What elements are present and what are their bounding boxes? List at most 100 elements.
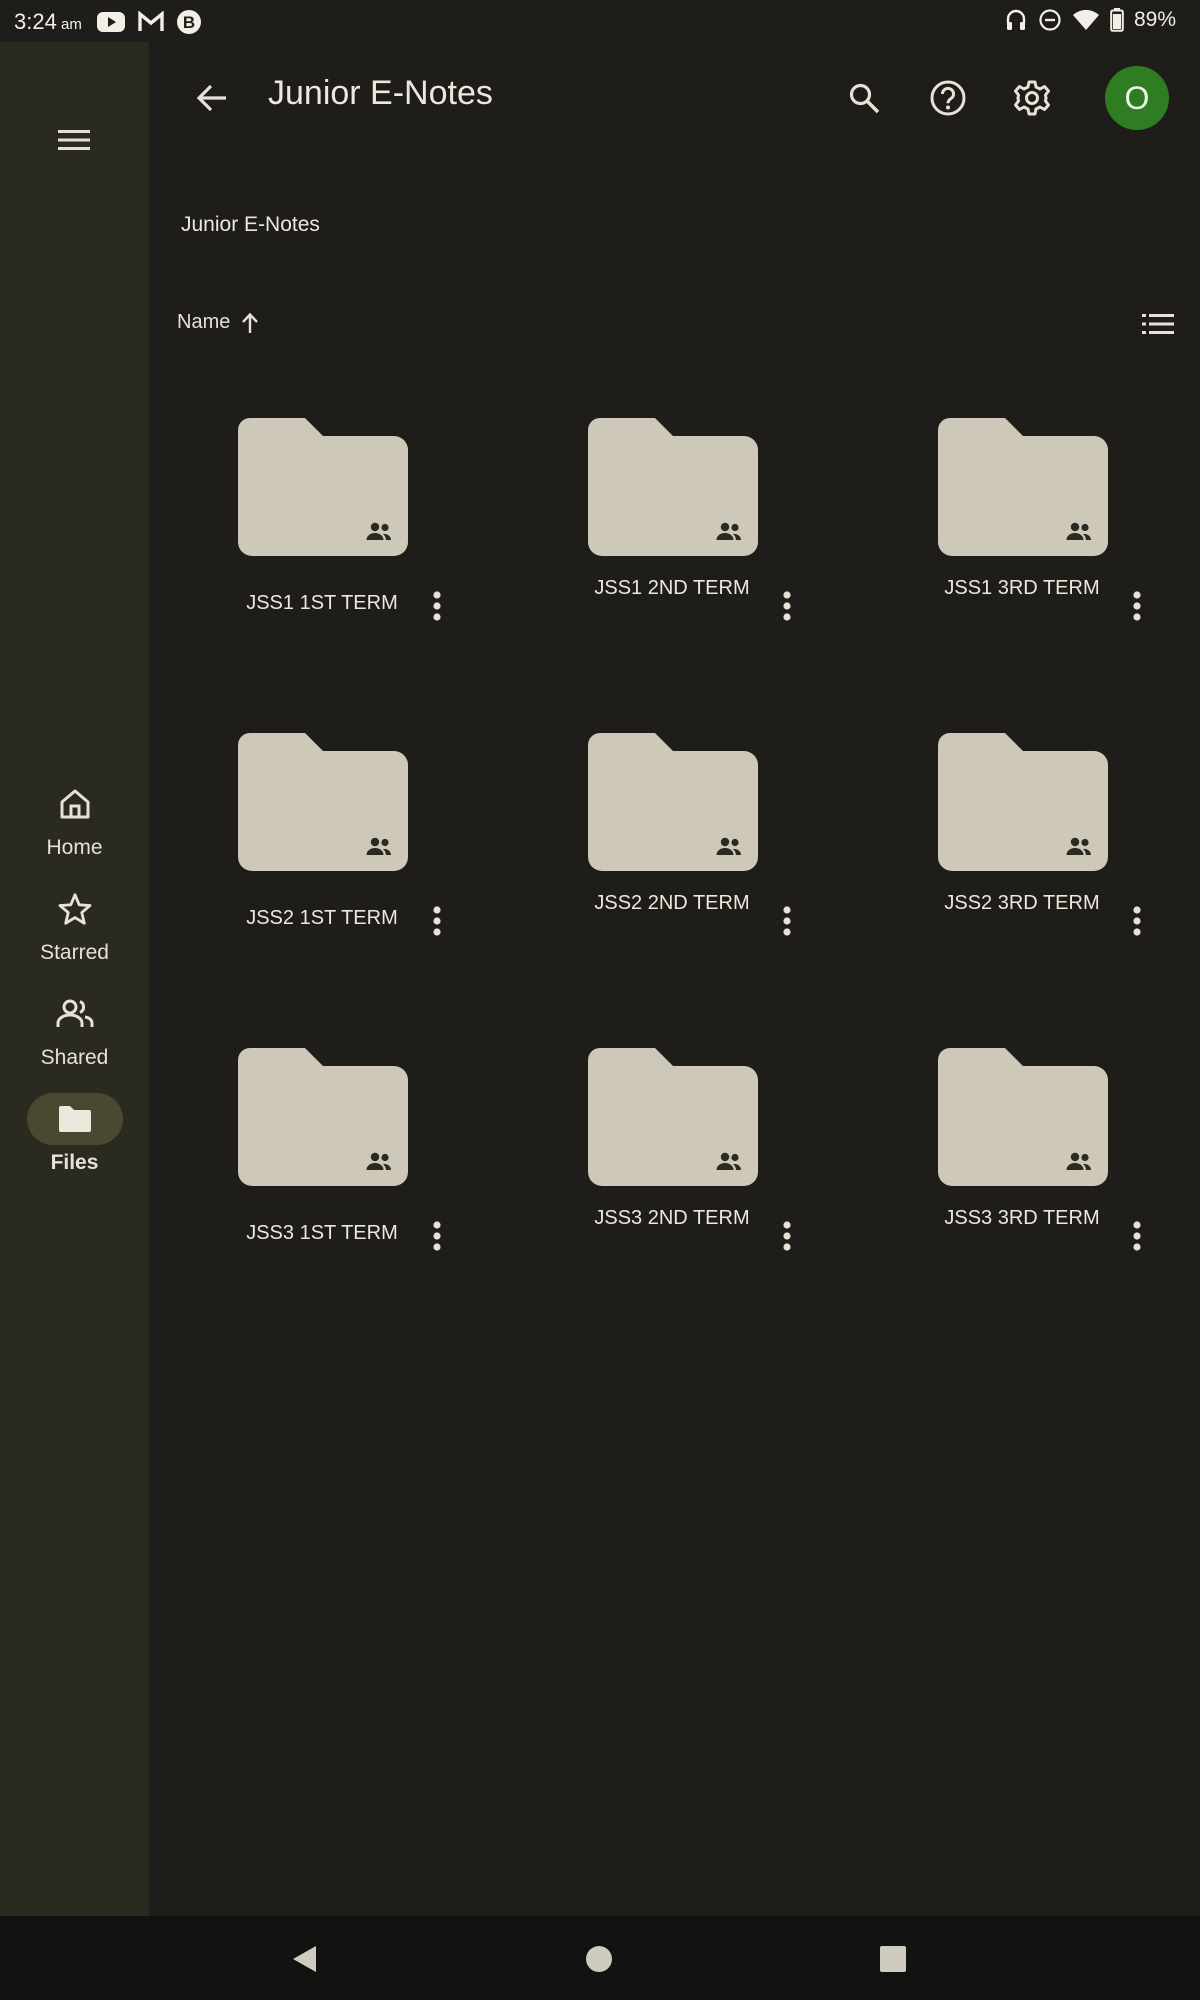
more-vert-icon (433, 906, 441, 936)
system-recents-button[interactable] (868, 1934, 918, 1984)
more-options-button[interactable] (769, 903, 805, 939)
folder-icon (58, 1106, 91, 1132)
system-back-button[interactable] (280, 1934, 330, 1984)
nav-item-shared[interactable]: Shared (0, 988, 149, 1070)
folder-card[interactable]: JSS1 2ND TERM (499, 400, 849, 700)
more-vert-icon (783, 906, 791, 936)
more-vert-icon (1133, 591, 1141, 621)
system-navigation-bar (0, 1916, 1200, 2000)
more-options-button[interactable] (769, 588, 805, 624)
nav-files-icon-container (26, 1093, 123, 1145)
nav-starred-icon-container (27, 883, 123, 935)
more-options-button[interactable] (769, 1218, 805, 1254)
svg-text:B: B (183, 13, 195, 32)
shared-folder-icon (938, 418, 1108, 556)
help-icon (930, 80, 966, 116)
nav-label-shared: Shared (40, 1046, 109, 1069)
nav-label-starred: Starred (40, 941, 109, 964)
more-options-button[interactable] (1119, 903, 1155, 939)
gear-icon (1014, 80, 1050, 116)
more-options-button[interactable] (1119, 588, 1155, 624)
status-time-value: 3:24 (14, 9, 57, 34)
shared-folder-icon (938, 733, 1108, 871)
settings-button[interactable] (1010, 76, 1054, 120)
shared-folder-icon (588, 418, 758, 556)
status-ampm: am (61, 16, 82, 33)
more-vert-icon (1133, 1221, 1141, 1251)
battery-percent: 89% (1133, 8, 1176, 31)
more-vert-icon (433, 591, 441, 621)
search-icon (849, 83, 880, 114)
shared-folder-icon (588, 1048, 758, 1186)
star-icon (58, 893, 91, 925)
menu-button[interactable] (52, 118, 96, 162)
more-vert-icon (433, 1221, 441, 1251)
search-button[interactable] (842, 76, 886, 120)
triangle-back-icon (293, 1946, 316, 1972)
sort-control[interactable]: Name (177, 311, 260, 334)
shared-folder-icon (588, 733, 758, 871)
help-button[interactable] (926, 76, 970, 120)
folder-name: JSS1 1ST TERM (246, 592, 398, 614)
page-title: Junior E-Notes (268, 74, 493, 112)
system-home-button[interactable] (574, 1934, 624, 1984)
circle-home-icon (586, 1946, 612, 1972)
folder-card[interactable]: JSS3 2ND TERM (499, 1030, 849, 1330)
more-vert-icon (783, 1221, 791, 1251)
folder-name: JSS2 1ST TERM (246, 907, 398, 929)
more-options-button[interactable] (419, 1218, 455, 1254)
folder-card[interactable]: JSS1 3RD TERM (849, 400, 1199, 700)
nav-item-starred[interactable]: Starred (0, 883, 149, 965)
breadcrumb[interactable]: Junior E-Notes (181, 213, 320, 237)
more-vert-icon (1133, 906, 1141, 936)
headset-icon (1006, 9, 1026, 30)
arrow-back-icon (196, 84, 226, 112)
battery-icon (1110, 8, 1124, 32)
folder-card[interactable]: JSS3 1ST TERM (149, 1030, 499, 1330)
people-icon (56, 999, 94, 1027)
shared-folder-icon (238, 1048, 408, 1186)
youtube-icon (97, 12, 125, 32)
folder-name: JSS1 3RD TERM (944, 577, 1100, 599)
folder-card[interactable]: JSS2 1ST TERM (149, 715, 499, 1015)
folder-name: JSS3 2ND TERM (594, 1207, 750, 1229)
status-bar: 3:24 am B 89% (0, 0, 1200, 42)
more-options-button[interactable] (419, 588, 455, 624)
wifi-icon (1072, 9, 1099, 30)
more-options-button[interactable] (1119, 1218, 1155, 1254)
shared-folder-icon (938, 1048, 1108, 1186)
folder-card[interactable]: JSS3 3RD TERM (849, 1030, 1199, 1330)
arrow-up-icon (242, 312, 259, 333)
list-view-button[interactable] (1136, 306, 1180, 342)
folder-card[interactable]: JSS1 1ST TERM (149, 400, 499, 700)
nav-item-home[interactable]: Home (0, 778, 149, 860)
nav-label-home: Home (46, 836, 103, 859)
folder-card[interactable]: JSS2 2ND TERM (499, 715, 849, 1015)
more-vert-icon (783, 591, 791, 621)
nav-shared-icon-container (27, 988, 123, 1040)
folder-name: JSS2 3RD TERM (944, 892, 1100, 914)
account-avatar[interactable]: O (1105, 66, 1169, 130)
shared-folder-icon (238, 733, 408, 871)
more-options-button[interactable] (419, 903, 455, 939)
square-recents-icon (880, 1946, 906, 1972)
back-button[interactable] (190, 76, 234, 120)
status-notification-icons: B (96, 9, 202, 35)
folder-name: JSS2 2ND TERM (594, 892, 750, 914)
app-b-icon: B (177, 10, 201, 34)
home-icon (60, 789, 89, 819)
folder-name: JSS3 1ST TERM (246, 1222, 398, 1244)
nav-item-files[interactable]: Files (0, 1093, 149, 1175)
status-system-icons: 89% (1004, 8, 1176, 32)
menu-icon (58, 130, 90, 150)
folder-name: JSS3 3RD TERM (944, 1207, 1100, 1229)
list-view-icon (1142, 314, 1174, 334)
shared-folder-icon (238, 418, 408, 556)
folder-card[interactable]: JSS2 3RD TERM (849, 715, 1199, 1015)
folder-name: JSS1 2ND TERM (594, 577, 750, 599)
nav-home-icon-container (27, 778, 123, 830)
status-time: 3:24 am (14, 9, 82, 35)
navigation-rail: Home Starred Shared Files (0, 42, 149, 1916)
sort-label: Name (177, 311, 231, 333)
do-not-disturb-icon (1039, 9, 1061, 31)
